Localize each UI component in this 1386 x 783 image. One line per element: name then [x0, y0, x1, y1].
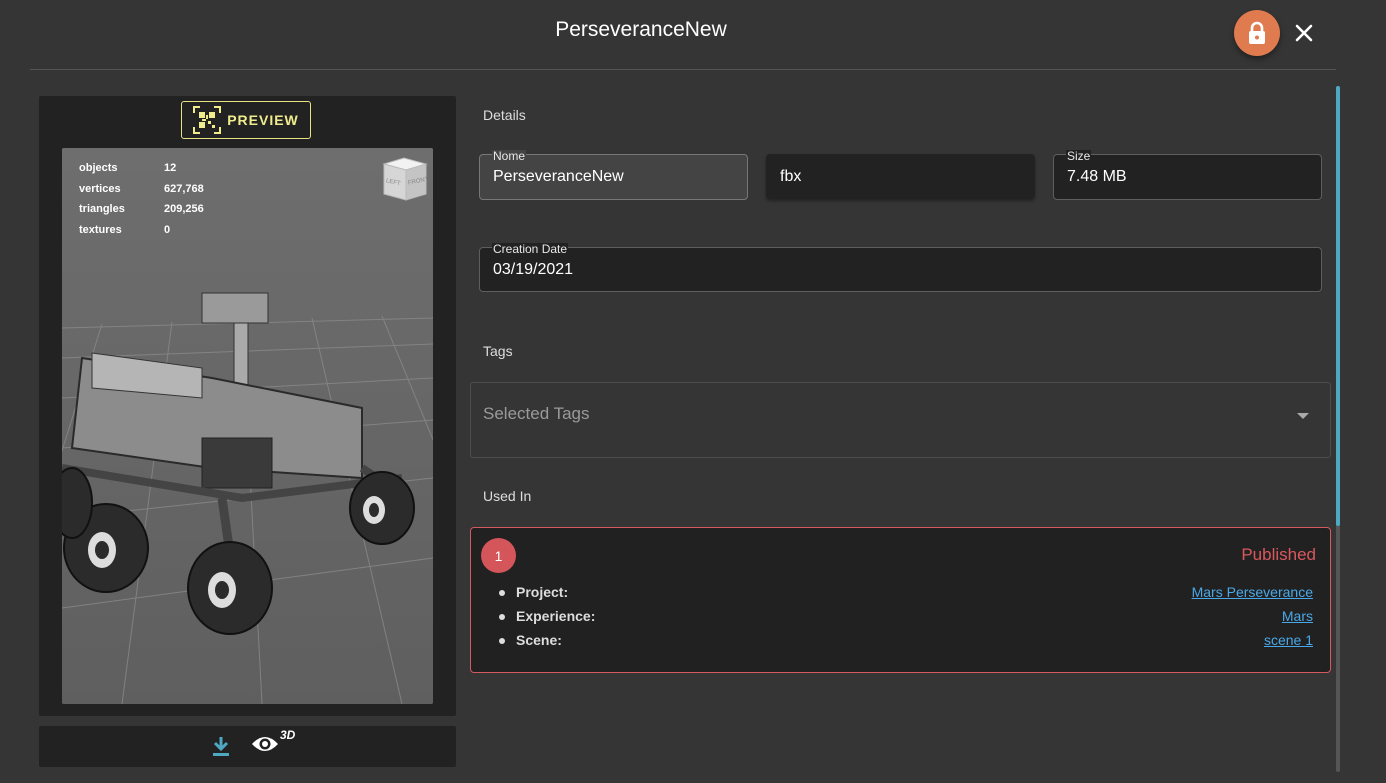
tags-select[interactable]: Selected Tags — [470, 382, 1331, 458]
stat-value: 209,256 — [164, 203, 204, 215]
scrollbar[interactable] — [1336, 86, 1340, 772]
creation-date-label: Creation Date — [492, 242, 569, 256]
view-cube-icon: LEFT FRONT — [382, 157, 429, 201]
preview-button[interactable]: PREVIEW — [181, 101, 311, 139]
page-title: PerseveranceNew — [555, 18, 727, 41]
name-field-label: Nome — [492, 149, 527, 163]
format-field-value: fbx — [780, 168, 802, 185]
preview-button-label: PREVIEW — [227, 112, 299, 128]
experience-link[interactable]: Mars — [1282, 608, 1313, 632]
size-field-value: 7.48 MB — [1067, 168, 1127, 185]
view-3d-button[interactable] — [251, 734, 279, 759]
scene-link[interactable]: scene 1 — [1264, 632, 1313, 656]
download-icon — [213, 737, 229, 756]
creation-date-value: 03/19/2021 — [493, 261, 574, 278]
lock-button[interactable] — [1234, 10, 1280, 56]
used-in-card: 1 Published Project: Mars Perseverance E… — [470, 527, 1331, 673]
preview-actions-bar: 3D — [39, 726, 456, 767]
model-viewport[interactable]: objects 12 vertices 627,768 triangles 20… — [62, 148, 433, 704]
size-field: Size 7.48 MB — [1053, 150, 1322, 200]
name-field-value: PerseveranceNew — [493, 168, 624, 185]
header-divider — [30, 69, 1336, 70]
stat-key: vertices — [79, 182, 121, 195]
usage-count-badge: 1 — [481, 538, 516, 573]
view-cube[interactable]: LEFT FRONT — [380, 156, 429, 207]
details-section-label: Details — [483, 107, 526, 123]
eye-icon — [252, 737, 278, 751]
list-item: Experience: Mars — [497, 608, 1313, 632]
list-item: Project: Mars Perseverance — [497, 584, 1313, 608]
status-badge: Published — [1241, 545, 1316, 564]
qr-code-icon — [193, 106, 222, 134]
tags-section-label: Tags — [483, 343, 513, 359]
list-item: Scene: scene 1 — [497, 632, 1313, 656]
format-field: fbx — [766, 154, 1035, 199]
project-link[interactable]: Mars Perseverance — [1192, 584, 1313, 608]
view-3d-label: 3D — [280, 728, 296, 742]
stat-key: textures — [79, 223, 122, 236]
stat-row: objects 12 — [79, 162, 204, 183]
stat-value: 12 — [164, 162, 177, 174]
size-field-label: Size — [1066, 149, 1092, 163]
close-button[interactable] — [1290, 19, 1318, 47]
project-key: Project: — [497, 584, 568, 608]
used-in-list: Project: Mars Perseverance Experience: M… — [497, 584, 1313, 656]
name-field[interactable]: Nome PerseveranceNew — [479, 150, 748, 200]
scene-key: Scene: — [497, 632, 562, 656]
lock-icon — [1249, 21, 1265, 44]
model-stats: objects 12 vertices 627,768 triangles 20… — [79, 162, 204, 244]
close-icon — [1295, 24, 1313, 42]
download-button[interactable] — [211, 735, 231, 762]
stat-row: vertices 627,768 — [79, 183, 204, 204]
dropdown-arrow-icon — [1297, 413, 1309, 419]
stat-value: 627,768 — [164, 182, 204, 195]
stat-key: triangles — [79, 203, 125, 215]
stat-row: textures 0 — [79, 224, 204, 245]
scrollbar-thumb[interactable] — [1336, 86, 1340, 526]
stat-value: 0 — [164, 223, 171, 236]
stat-key: objects — [79, 162, 118, 174]
used-in-section-label: Used In — [483, 488, 532, 504]
preview-panel: PREVIEW objects 12 vertices 627,768 tria… — [39, 96, 456, 716]
experience-key: Experience: — [497, 608, 595, 632]
creation-date-field: Creation Date 03/19/2021 — [479, 243, 1322, 292]
stat-row: triangles 209,256 — [79, 203, 204, 224]
tags-placeholder: Selected Tags — [483, 404, 590, 423]
